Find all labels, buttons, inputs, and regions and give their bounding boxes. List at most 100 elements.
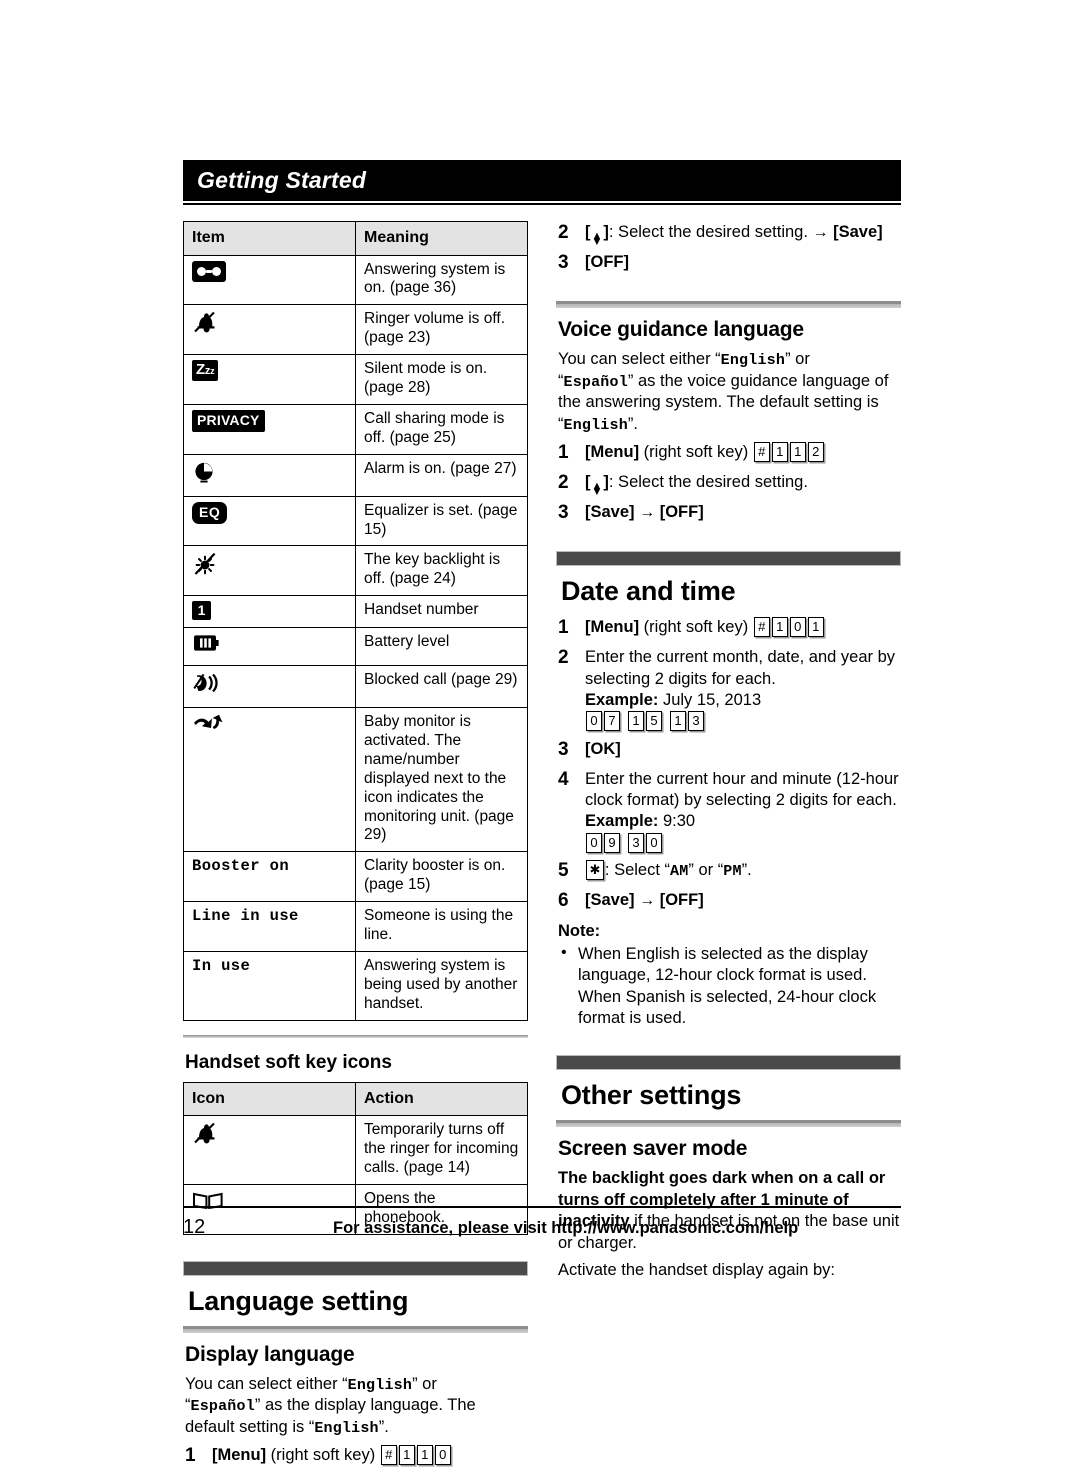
- voice-guidance-rule: [556, 301, 901, 309]
- key-7[interactable]: 7: [604, 711, 620, 732]
- page-footer: 12 For assistance, please visit http://w…: [183, 1206, 901, 1239]
- step-number: 3: [558, 738, 569, 760]
- key-3[interactable]: 1: [807, 617, 824, 638]
- step-number: 4: [558, 768, 569, 790]
- vg-text-6: ”.: [627, 414, 639, 433]
- table-row: Battery level: [183, 627, 528, 667]
- key-1[interactable]: 1: [628, 711, 644, 732]
- dl-opt-espanol: Español: [190, 1398, 255, 1416]
- off-softkey[interactable]: [OFF]: [660, 891, 704, 909]
- voice-guidance-heading: Voice guidance language: [558, 318, 804, 342]
- answering-system-icon: [183, 254, 356, 306]
- assistance-text: For assistance, please visit http://www.…: [333, 1219, 799, 1237]
- off-softkey[interactable]: [OFF]: [660, 503, 704, 521]
- key-2[interactable]: 1: [789, 442, 806, 463]
- column-header-item: Item: [183, 221, 356, 256]
- key-2[interactable]: 1: [416, 1445, 433, 1466]
- row-meaning: Blocked call (page 29): [355, 665, 528, 708]
- save-softkey[interactable]: [Save]: [585, 503, 635, 521]
- table-row: Temporarily turns off the ringer for inc…: [183, 1115, 528, 1185]
- step-body: Enter the current month, date, and year …: [585, 648, 896, 688]
- step-text: [OFF]: [585, 251, 901, 276]
- example-value: 9:30: [662, 812, 696, 831]
- blocked-call-glyph: [193, 673, 218, 693]
- key-0b[interactable]: 0: [646, 832, 662, 853]
- save-softkey[interactable]: [Save]: [833, 223, 883, 241]
- ringer-off-glyph: [194, 1122, 215, 1144]
- soft-key-divider: [183, 1034, 528, 1038]
- handset-number-icon: 1: [183, 595, 356, 629]
- key-3[interactable]: 2: [807, 442, 824, 463]
- note-heading: Note:: [558, 921, 601, 940]
- date-time-step-4: 4 Enter the current hour and minute (12-…: [556, 768, 901, 855]
- language-setting-heading: Language setting: [188, 1285, 409, 1316]
- step-number: 3: [558, 501, 569, 523]
- navigator-key-icon[interactable]: [▲ ▼]: [585, 473, 609, 497]
- ok-softkey[interactable]: [OK]: [585, 740, 621, 758]
- menu-softkey[interactable]: [Menu]: [212, 1446, 266, 1464]
- display-language-step-3: 3 [OFF]: [556, 251, 901, 276]
- key-1[interactable]: 1: [771, 442, 788, 463]
- navigator-key-icon[interactable]: [▲ ▼]: [585, 223, 609, 247]
- in-use-text: In use: [183, 950, 356, 1021]
- privacy-icon: PRIVACY: [183, 403, 356, 455]
- page-content: Getting Started Item Meaning Answering s…: [183, 160, 901, 1474]
- table-header-row: Item Meaning: [183, 221, 528, 256]
- column-header-icon: Icon: [183, 1081, 356, 1117]
- step-text: ✱: Select “AM” or “PM”.: [585, 859, 901, 884]
- key-3[interactable]: 3: [628, 832, 644, 853]
- table-row: The key backlight is off. (page 24): [183, 545, 528, 597]
- step-number: 2: [558, 472, 569, 493]
- table-row: Alarm is on. (page 27): [183, 453, 528, 497]
- table-row: Line in use Someone is using the line.: [183, 901, 528, 952]
- key-1b[interactable]: 1: [670, 711, 686, 732]
- key-0[interactable]: 0: [586, 832, 602, 853]
- key-3[interactable]: 3: [688, 711, 704, 732]
- step-text: [Menu] (right soft key) #1 1 2: [585, 441, 901, 466]
- date-time-step-2: 2 Enter the current month, date, and yea…: [556, 646, 901, 733]
- table-row: Blocked call (page 29): [183, 665, 528, 708]
- keypad-sequence: #1 0 1: [753, 617, 825, 638]
- step-text: [▲ ▼]: Select the desired setting.: [585, 471, 901, 497]
- table-row: In use Answering system is being used by…: [183, 950, 528, 1021]
- vg-text-1: You can select either “: [558, 350, 721, 369]
- key-5[interactable]: 5: [646, 711, 662, 732]
- key-1[interactable]: 1: [771, 617, 788, 638]
- key-9[interactable]: 9: [604, 832, 620, 853]
- save-softkey[interactable]: [Save]: [585, 891, 635, 909]
- note-list: When English is selected as the display …: [558, 943, 901, 1030]
- vg-opt-english: English: [720, 352, 786, 370]
- key-3[interactable]: 0: [434, 1445, 451, 1466]
- time-keypad-sequence: 0930: [585, 832, 663, 853]
- display-language-paragraph: You can select either “English” or “Españ…: [185, 1374, 528, 1439]
- step-number: 5: [558, 860, 569, 882]
- two-column-body: Item Meaning Answering system is on. (pa…: [183, 221, 901, 1474]
- key-hash[interactable]: #: [753, 617, 770, 638]
- step-number: 2: [558, 222, 569, 243]
- key-0[interactable]: 0: [586, 711, 602, 732]
- row-meaning: Ringer volume is off. (page 23): [355, 304, 528, 356]
- key-2[interactable]: 0: [789, 617, 806, 638]
- key-hash[interactable]: #: [380, 1445, 397, 1466]
- vg-default: English: [563, 416, 628, 434]
- alarm-clock-glyph: [195, 462, 213, 483]
- voice-guidance-paragraph: You can select either “English” or “Españ…: [558, 349, 901, 435]
- step-text: [Menu] (right soft key) #1 1 0: [212, 1444, 528, 1469]
- key-1[interactable]: 1: [398, 1445, 415, 1466]
- star-key-icon[interactable]: ✱: [586, 860, 604, 881]
- table-row: Booster on Clarity booster is on. (page …: [183, 851, 528, 903]
- display-language-step-2: 2 [▲ ▼]: Select the desired setting. → [S…: [556, 221, 901, 247]
- row-meaning: Answering system is on. (page 36): [355, 254, 528, 306]
- footer-row: 12 For assistance, please visit http://w…: [183, 1208, 901, 1239]
- off-softkey[interactable]: [OFF]: [585, 253, 629, 271]
- menu-softkey[interactable]: [Menu]: [585, 618, 639, 636]
- voice-guidance-step-1: 1 [Menu] (right soft key) #1 1 2: [556, 441, 901, 466]
- row-meaning: Battery level: [355, 627, 528, 667]
- row-meaning: Baby monitor is activated. The name/numb…: [355, 706, 528, 853]
- step-text: [OK]: [585, 738, 901, 763]
- soft-key-heading: Handset soft key icons: [185, 1051, 392, 1073]
- menu-softkey[interactable]: [Menu]: [585, 443, 639, 461]
- key-hash[interactable]: #: [753, 442, 770, 463]
- step-text: Enter the current hour and minute (12-ho…: [585, 768, 901, 855]
- step-number: 1: [558, 442, 569, 464]
